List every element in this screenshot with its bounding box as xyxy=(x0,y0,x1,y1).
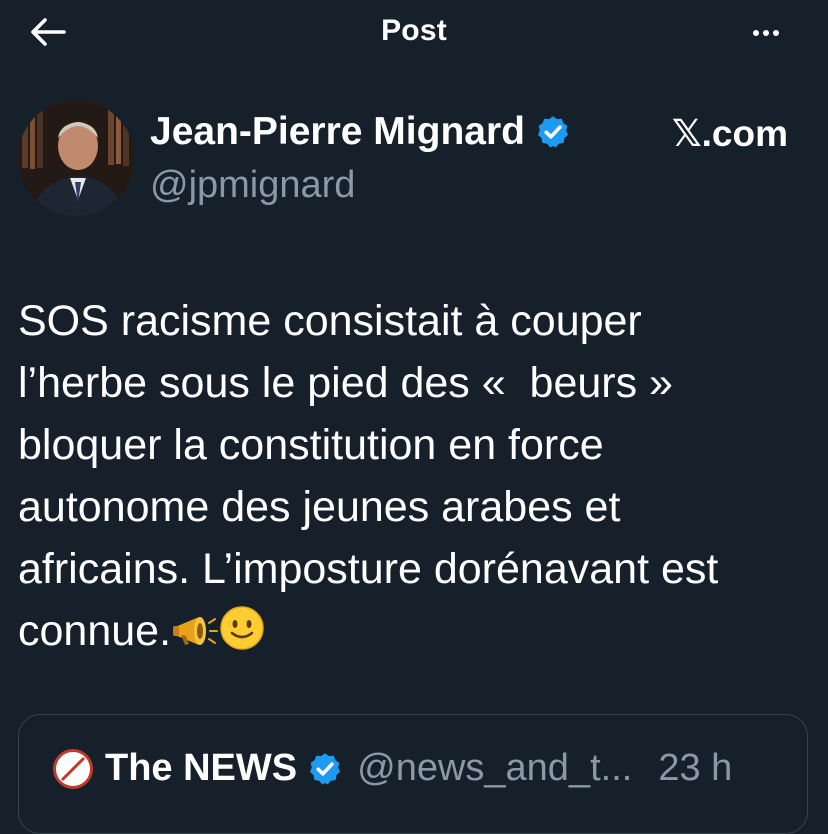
author-row: Jean-Pierre Mignard @jpmignard 𝕏.com xyxy=(18,100,808,220)
display-name-text: Jean-Pierre Mignard xyxy=(150,110,525,153)
more-options-button[interactable] xyxy=(736,14,796,50)
slightly-smiling-face-icon xyxy=(220,606,264,650)
news-logo-icon xyxy=(60,756,86,781)
author-display-name[interactable]: Jean-Pierre Mignard xyxy=(150,110,571,154)
avatar[interactable] xyxy=(18,100,134,216)
author-handle[interactable]: @jpmignard xyxy=(150,164,355,207)
tweet-body: SOS racisme consistait à couper l’herbe … xyxy=(18,297,719,655)
quoted-post-header: The NEWS @news_and_t... 23 h xyxy=(53,747,732,790)
quoted-post-card[interactable]: The NEWS @news_and_t... 23 h xyxy=(18,714,808,834)
top-bar: Post xyxy=(0,0,828,70)
more-horizontal-icon xyxy=(751,23,781,41)
quoted-author-name: The NEWS xyxy=(105,747,298,789)
quoted-author-avatar xyxy=(53,748,93,789)
avatar-photo xyxy=(18,100,134,216)
megaphone-icon xyxy=(173,617,219,645)
tweet-text: SOS racisme consistait à couper l’herbe … xyxy=(18,290,808,662)
quoted-verified-badge-icon xyxy=(310,752,341,784)
page-title: Post xyxy=(381,14,447,47)
x-com-watermark: 𝕏.com xyxy=(671,113,788,154)
verified-badge-icon xyxy=(537,116,568,148)
quoted-author-handle: @news_and_t... xyxy=(357,747,633,789)
quoted-post-time: 23 h xyxy=(658,747,733,789)
